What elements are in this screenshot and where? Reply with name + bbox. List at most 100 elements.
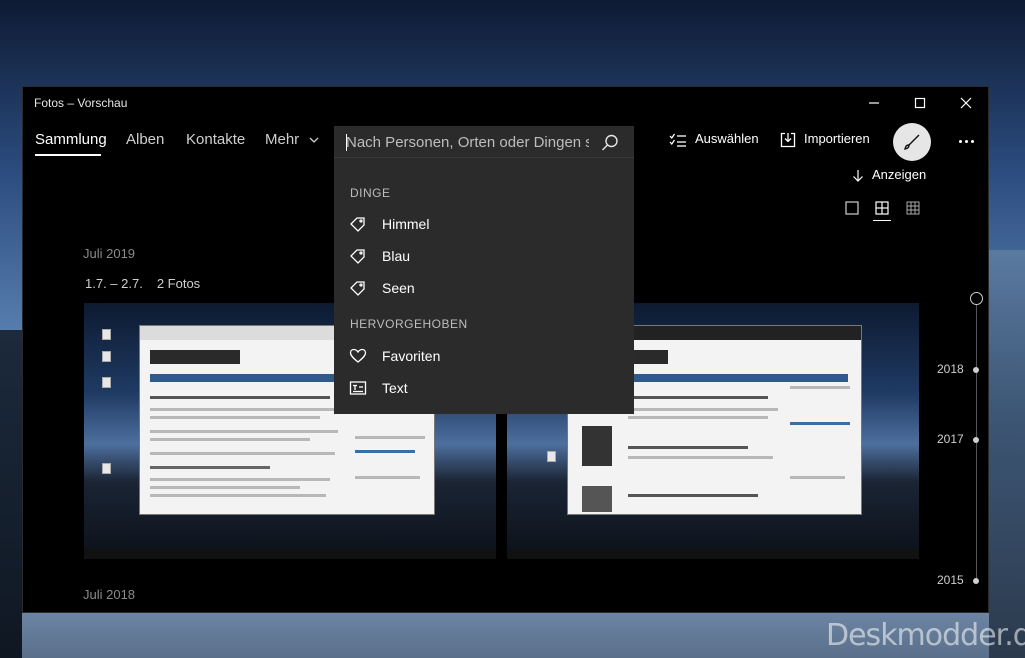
photos-app-window: Fotos – Vorschau Sammlung Alben Kontakte… [22, 86, 989, 613]
month-heading: Juli 2018 [83, 587, 136, 602]
import-icon [780, 132, 796, 147]
screenshot-text-line [790, 422, 850, 425]
desktop-icon [102, 377, 111, 388]
close-icon [960, 97, 972, 109]
nav-alben[interactable]: Alben [126, 131, 164, 148]
timeline-year[interactable]: 2018 [937, 362, 964, 376]
screenshot-text-line [150, 478, 330, 481]
screenshot-taskbar [507, 549, 919, 559]
suggestion-himmel[interactable]: Himmel [334, 208, 634, 240]
timeline-year[interactable]: 2017 [937, 432, 964, 446]
screenshot-text-line [150, 452, 335, 455]
screenshot-text-line [628, 408, 778, 411]
maximize-button[interactable] [897, 87, 943, 119]
more-dot [964, 139, 968, 143]
more-options-button[interactable] [951, 129, 981, 153]
search-icon[interactable] [600, 133, 620, 153]
search-input[interactable] [334, 126, 589, 158]
nav-sammlung[interactable]: Sammlung [35, 131, 107, 148]
desktop-background-right [989, 250, 1025, 658]
title-bar[interactable]: Fotos – Vorschau [23, 87, 988, 119]
screenshot-text-line [150, 408, 335, 411]
group-header-hervorgehoben: HERVORGEHOBEN [350, 317, 468, 331]
chevron-down-icon [309, 137, 319, 143]
nav-kontakte[interactable]: Kontakte [186, 131, 245, 148]
minimize-icon [869, 102, 879, 104]
screenshot-taskbar [84, 549, 496, 559]
suggestion-seen[interactable]: Seen [334, 272, 634, 304]
suggestion-blau[interactable]: Blau [334, 240, 634, 272]
desktop-icon [102, 463, 111, 474]
view-active-indicator [873, 220, 891, 221]
minimize-button[interactable] [851, 87, 897, 119]
editing-pen-button[interactable] [893, 123, 931, 161]
suggestion-favoriten[interactable]: Favoriten [334, 340, 634, 372]
maximize-icon [914, 97, 926, 109]
nav-mehr-label: Mehr [265, 131, 300, 148]
timeline-marker [973, 437, 979, 443]
timeline-handle[interactable] [970, 292, 983, 305]
screenshot-text-line [150, 430, 338, 433]
suggestion-label: Seen [382, 280, 415, 296]
nav-mehr[interactable]: Mehr [265, 131, 319, 148]
pen-icon [904, 134, 920, 150]
watermark-logo: Deskmodder.de [826, 618, 1025, 653]
screenshot-site-logo [150, 350, 240, 364]
nav-active-indicator [35, 154, 101, 156]
select-button[interactable]: Auswählen [669, 131, 759, 147]
screenshot-text-line [355, 476, 420, 479]
tag-icon [350, 217, 365, 232]
screenshot-text-line [150, 486, 300, 489]
desktop-icon [547, 451, 556, 462]
tag-icon [350, 249, 365, 264]
timeline-year[interactable]: 2015 [937, 573, 964, 587]
month-heading: Juli 2019 [83, 246, 136, 261]
screenshot-thumbnail-image [582, 426, 612, 466]
screenshot-text-line [150, 438, 310, 441]
date-range-label: 1.7. – 2.7. [85, 276, 143, 291]
search-box[interactable] [334, 126, 634, 158]
arrow-down-icon [853, 169, 863, 182]
view-button-label: Anzeigen [872, 167, 927, 182]
view-large-icon[interactable] [845, 201, 859, 215]
text-caret [346, 134, 347, 151]
desktop-icon [102, 329, 111, 340]
tag-icon [350, 281, 365, 296]
screenshot-text-line [628, 396, 768, 399]
screenshot-text-line [628, 494, 758, 497]
import-button[interactable]: Importieren [780, 131, 870, 148]
screenshot-text-line [150, 396, 330, 399]
desktop-background-left [0, 330, 22, 658]
screenshot-text-line [150, 416, 320, 419]
screenshot-text-line [790, 386, 850, 389]
screenshot-text-line [628, 446, 748, 449]
group-header-dinge: DINGE [350, 186, 391, 200]
search-suggestions-dropdown: DINGE Himmel Blau Seen HERVORGEHOBEN Fav… [334, 158, 634, 414]
close-button[interactable] [943, 87, 988, 119]
app-title: Fotos – Vorschau [34, 96, 128, 110]
checklist-icon [669, 133, 686, 147]
more-dot [958, 139, 962, 143]
view-button[interactable]: Anzeigen [852, 167, 926, 183]
screenshot-text-line [150, 466, 270, 469]
screenshot-text-line [355, 450, 415, 453]
suggestion-label: Favoriten [382, 348, 441, 364]
photo-count-label: 2 Fotos [156, 276, 201, 291]
desktop-icon [102, 351, 111, 362]
screenshot-text-line [790, 476, 845, 479]
import-button-label: Importieren [804, 131, 870, 146]
timeline-marker [973, 367, 979, 373]
more-dot [970, 139, 974, 143]
view-medium-icon[interactable] [875, 201, 889, 215]
text-icon [349, 381, 367, 395]
suggestion-label: Text [382, 380, 408, 396]
timeline-marker [973, 578, 979, 584]
suggestion-text[interactable]: Text [334, 372, 634, 404]
screenshot-text-line [355, 436, 425, 439]
suggestion-label: Himmel [382, 216, 430, 232]
heart-icon [349, 348, 367, 363]
screenshot-site-nav [150, 374, 350, 382]
view-small-icon[interactable] [906, 201, 920, 215]
suggestion-label: Blau [382, 248, 411, 264]
screenshot-text-line [628, 456, 773, 459]
